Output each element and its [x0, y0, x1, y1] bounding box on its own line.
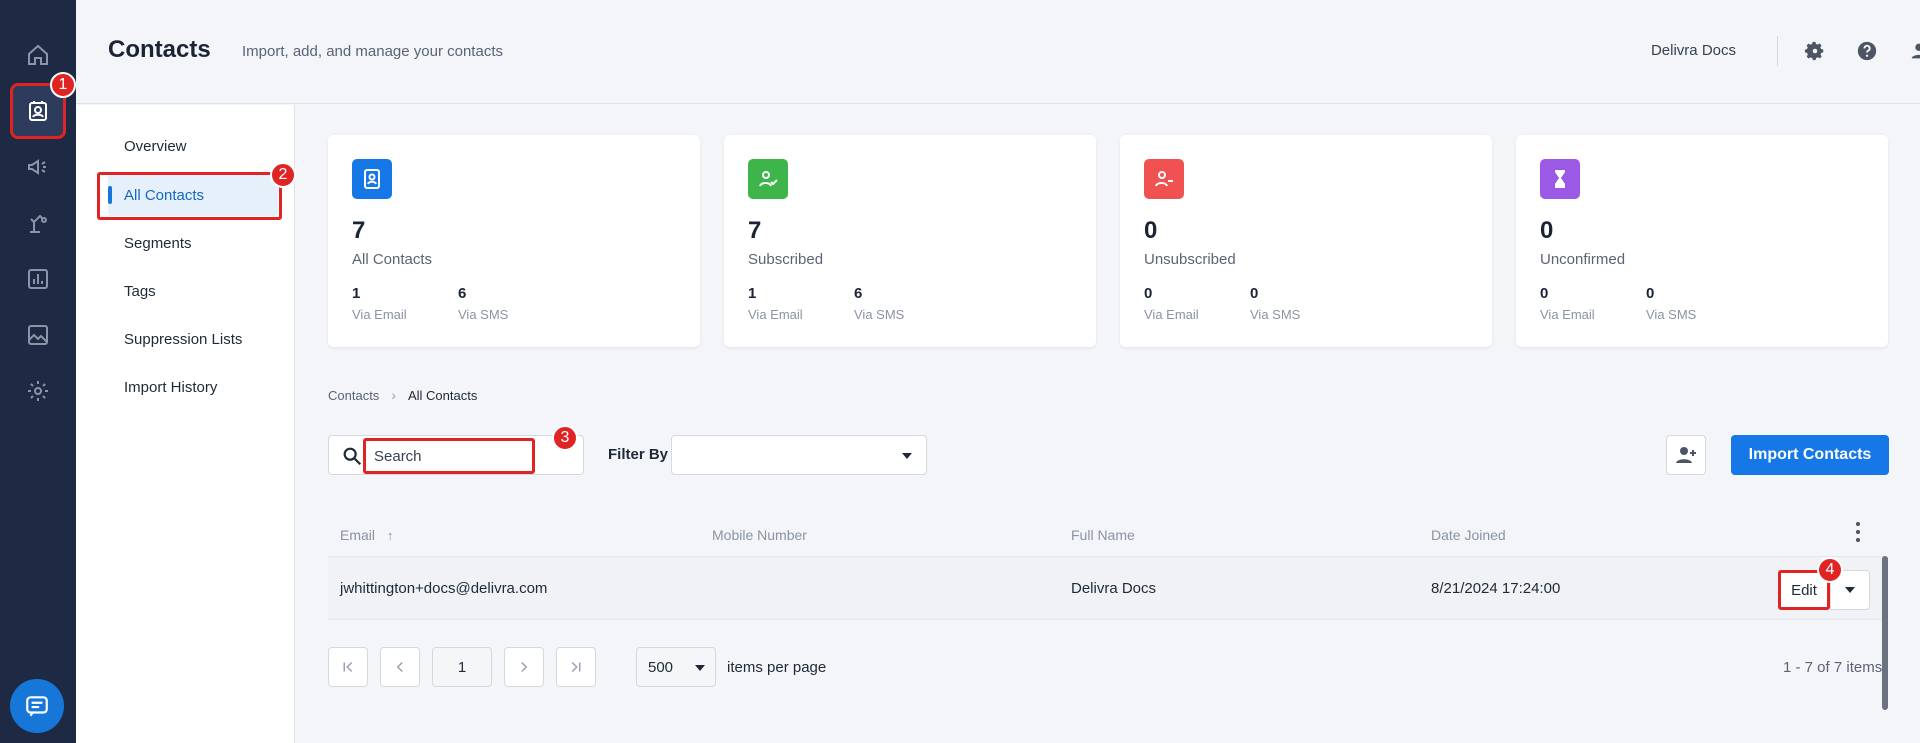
- stat-sms-label: Via SMS: [1646, 307, 1697, 322]
- page-title: Contacts: [108, 36, 211, 63]
- breadcrumb: Contacts › All Contacts: [328, 387, 477, 403]
- pager-range: 1 - 7 of 7 items: [1783, 659, 1883, 676]
- stat-sms-value: 6: [854, 285, 863, 302]
- cell-email: jwhittington+docs@delivra.com: [340, 580, 548, 597]
- filter-select[interactable]: [671, 435, 927, 475]
- stat-sms-value: 6: [458, 285, 467, 302]
- subnav-item-segments[interactable]: Segments: [108, 222, 278, 264]
- stat-email-label: Via Email: [1540, 307, 1595, 322]
- stat-label: Unsubscribed: [1144, 251, 1236, 268]
- stat-value: 0: [1540, 217, 1554, 244]
- search-box: [328, 435, 584, 475]
- column-header-mobile[interactable]: Mobile Number: [712, 527, 807, 543]
- subnav-item-overview[interactable]: Overview: [108, 125, 278, 167]
- column-menu-kebab-icon[interactable]: [1853, 522, 1863, 542]
- stat-email-label: Via Email: [1144, 307, 1199, 322]
- annotation-badge-3: 3: [552, 425, 578, 451]
- chat-button[interactable]: [10, 679, 64, 733]
- chevron-right-icon: [521, 661, 528, 673]
- annotation-badge-1: 1: [50, 72, 76, 98]
- breadcrumb-root[interactable]: Contacts: [328, 388, 379, 403]
- subnav-item-tags[interactable]: Tags: [108, 270, 278, 312]
- highlight-outline: [97, 172, 282, 220]
- subnav-item-suppression-lists[interactable]: Suppression Lists: [108, 318, 278, 360]
- user-icon[interactable]: [1906, 38, 1920, 64]
- breadcrumb-current: All Contacts: [407, 387, 478, 403]
- user-minus-icon: [1144, 159, 1184, 199]
- chat-icon: [26, 696, 48, 717]
- help-icon[interactable]: [1854, 38, 1880, 64]
- settings-icon[interactable]: [1802, 38, 1828, 64]
- stat-value: 0: [1144, 217, 1158, 244]
- left-rail: 1: [0, 0, 76, 743]
- chevron-right-icon: ›: [391, 387, 396, 403]
- sort-arrow-up-icon: ↑: [386, 528, 394, 543]
- per-page-select[interactable]: 500: [636, 647, 716, 687]
- stat-email-value: 1: [748, 285, 757, 302]
- first-page-button[interactable]: [328, 647, 368, 687]
- page-header: Contacts Import, add, and manage your co…: [76, 0, 1920, 104]
- subnav-item-import-history[interactable]: Import History: [108, 366, 278, 408]
- automation-icon[interactable]: [12, 197, 64, 249]
- last-page-icon: [571, 661, 581, 673]
- stat-sms-value: 0: [1250, 285, 1259, 302]
- hourglass-icon: [1540, 159, 1580, 199]
- column-header-email[interactable]: Email ↑: [340, 527, 393, 543]
- column-header-date-joined[interactable]: Date Joined: [1431, 527, 1506, 543]
- first-page-icon: [343, 661, 353, 673]
- reports-icon[interactable]: [12, 253, 64, 305]
- stat-label: Unconfirmed: [1540, 251, 1626, 268]
- image-icon[interactable]: [12, 309, 64, 361]
- stat-label: Subscribed: [748, 251, 824, 268]
- stat-email-value: 0: [1540, 285, 1549, 302]
- cell-full-name: Delivra Docs: [1071, 580, 1157, 597]
- last-page-button[interactable]: [556, 647, 596, 687]
- current-page[interactable]: 1: [432, 647, 492, 687]
- stat-email-label: Via Email: [352, 307, 407, 322]
- stat-value: 7: [352, 217, 366, 244]
- add-contact-button[interactable]: [1666, 435, 1706, 475]
- table-row[interactable]: jwhittington+docs@delivra.com Delivra Do…: [328, 556, 1884, 620]
- annotation-badge-2: 2: [270, 162, 296, 188]
- header-divider: [1777, 36, 1778, 66]
- cell-date-joined: 8/21/2024 17:24:00: [1431, 580, 1561, 597]
- stat-sms-label: Via SMS: [1250, 307, 1301, 322]
- annotation-badge-4: 4: [1817, 557, 1843, 583]
- next-page-button[interactable]: [504, 647, 544, 687]
- stat-label: All Contacts: [352, 251, 433, 268]
- column-header-full-name[interactable]: Full Name: [1071, 527, 1135, 543]
- import-contacts-button[interactable]: Import Contacts: [1731, 435, 1889, 475]
- prev-page-button[interactable]: [380, 647, 420, 687]
- stat-card-unsubscribed: 0 Unsubscribed 0 Via Email 0 Via SMS: [1120, 135, 1492, 347]
- stat-card-subscribed: 7 Subscribed 1 Via Email 6 Via SMS: [724, 135, 1096, 347]
- gear-icon[interactable]: [12, 365, 64, 417]
- search-icon: [343, 447, 362, 466]
- user-check-icon: [748, 159, 788, 199]
- contacts-book-icon: [352, 159, 392, 199]
- per-page-label: items per page: [727, 659, 827, 676]
- megaphone-icon[interactable]: [12, 141, 64, 193]
- stat-email-value: 1: [352, 285, 361, 302]
- chevron-left-icon: [396, 661, 403, 673]
- user-plus-icon: [1676, 447, 1696, 463]
- stat-sms-value: 0: [1646, 285, 1655, 302]
- stat-sms-label: Via SMS: [854, 307, 905, 322]
- filter-label: Filter By: [608, 446, 669, 463]
- per-page-value: 500: [648, 659, 674, 676]
- stat-card-unconfirmed: 0 Unconfirmed 0 Via Email 0 Via SMS: [1516, 135, 1888, 347]
- caret-down-icon: [1845, 587, 1855, 593]
- stat-email-label: Via Email: [748, 307, 803, 322]
- search-input[interactable]: [363, 438, 535, 474]
- stat-value: 7: [748, 217, 762, 244]
- account-name[interactable]: Delivra Docs: [1651, 42, 1736, 59]
- stat-email-value: 0: [1144, 285, 1153, 302]
- vertical-scrollbar[interactable]: [1882, 556, 1888, 710]
- stat-card-all-contacts: 7 All Contacts 1 Via Email 6 Via SMS: [328, 135, 700, 347]
- caret-down-icon: [902, 453, 912, 459]
- caret-down-icon: [695, 665, 705, 671]
- stat-sms-label: Via SMS: [458, 307, 509, 322]
- page-subtitle: Import, add, and manage your contacts: [242, 43, 503, 60]
